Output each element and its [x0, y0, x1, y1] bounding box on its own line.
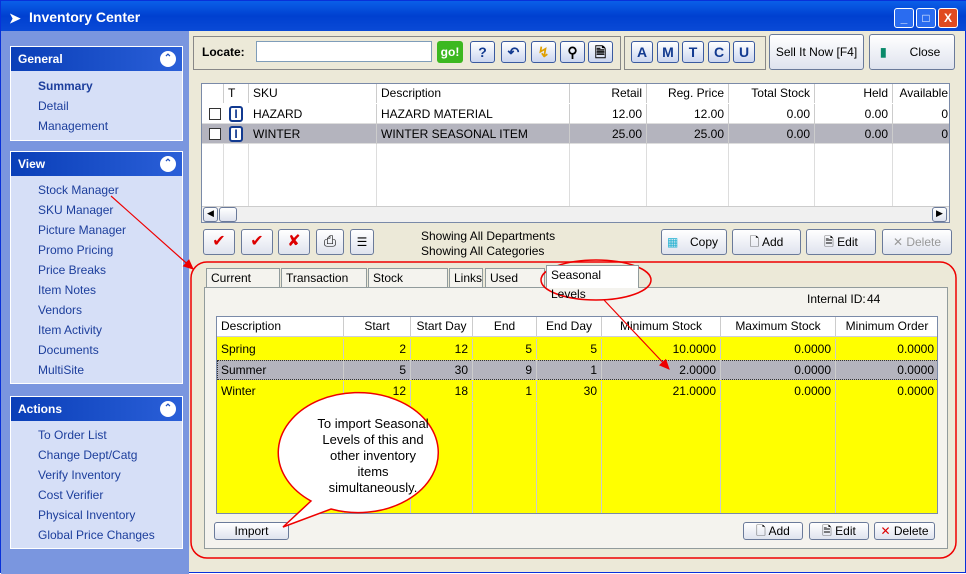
inventory-center-window: ➤ Inventory Center _ □ X General ⌃ Summar…: [0, 0, 966, 574]
annotation-overlay: [110, 195, 957, 559]
tab-seasonal-levels[interactable]: Seasonal Levels: [546, 265, 639, 301]
callout-text: To import Seasonal Levels of this and ot…: [317, 416, 429, 495]
annotation-arrow: [110, 195, 194, 270]
annotation-arrow: [603, 299, 670, 370]
